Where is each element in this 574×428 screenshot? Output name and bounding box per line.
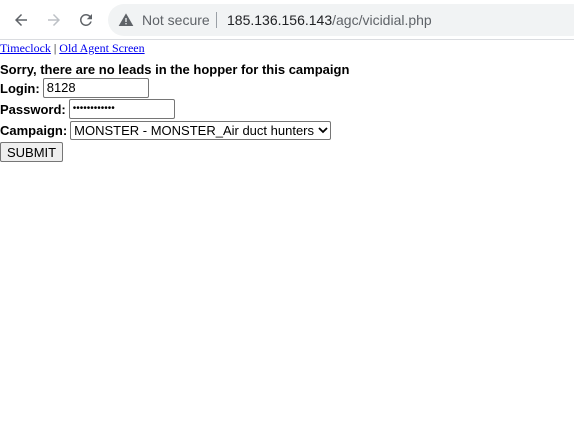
submit-button[interactable]: SUBMIT <box>0 142 64 162</box>
password-label: Password: <box>0 101 66 117</box>
reload-button[interactable] <box>72 6 100 34</box>
no-leads-notice: Sorry, there are no leads in the hopper … <box>0 62 350 77</box>
login-value: 8128 <box>46 80 76 95</box>
page-content: Timeclock | Old Agent Screen Sorry, ther… <box>0 40 574 162</box>
password-value: •••••••••••• <box>72 103 115 114</box>
address-bar[interactable]: Not secure 185.136.156.143/agc/vicidial.… <box>108 4 574 36</box>
security-label[interactable]: Not secure <box>142 12 210 28</box>
warning-icon[interactable] <box>118 12 134 28</box>
campaign-selected-value: MONSTER - MONSTER_Air duct hunters <box>74 122 314 138</box>
password-row: Password: •••••••••••• <box>0 99 574 119</box>
campaign-row: Campaign: MONSTER - MONSTER_Air duct hun… <box>0 120 574 140</box>
link-separator: | <box>53 41 57 55</box>
login-label: Login: <box>0 80 40 96</box>
campaign-select[interactable]: MONSTER - MONSTER_Air duct hunters <box>70 120 331 140</box>
browser-toolbar: Not secure 185.136.156.143/agc/vicidial.… <box>0 0 574 40</box>
password-input[interactable]: •••••••••••• <box>68 99 175 119</box>
url-text[interactable]: 185.136.156.143/agc/vicidial.php <box>227 12 432 28</box>
back-button[interactable] <box>7 6 35 34</box>
url-host: 185.136.156.143 <box>227 12 333 28</box>
top-links: Timeclock | Old Agent Screen <box>0 41 574 57</box>
forward-button[interactable] <box>40 6 68 34</box>
old-agent-screen-link[interactable]: Old Agent Screen <box>59 41 144 55</box>
url-path: /agc/vicidial.php <box>332 12 432 28</box>
chevron-down-icon <box>318 127 328 134</box>
login-row: Login: 8128 <box>0 78 574 98</box>
reload-icon <box>79 13 92 26</box>
timeclock-link[interactable]: Timeclock <box>0 41 51 55</box>
campaign-label: Campaign: <box>0 122 68 138</box>
omnibox-divider <box>216 12 217 28</box>
login-input[interactable]: 8128 <box>42 78 149 98</box>
back-arrow-icon <box>15 14 27 26</box>
forward-arrow-icon <box>48 14 60 26</box>
